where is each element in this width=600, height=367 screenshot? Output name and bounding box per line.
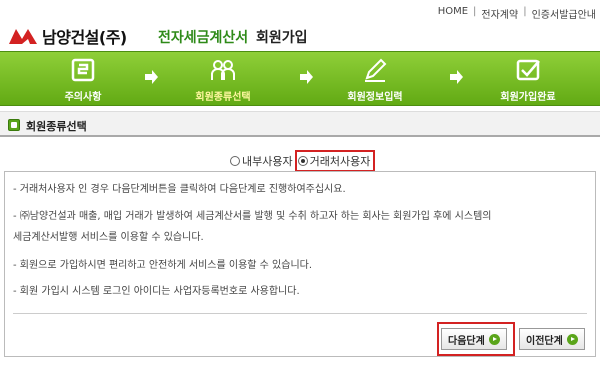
radio-internal-user[interactable]: 내부사용자: [230, 153, 293, 169]
top-nav: HOME | 전자계약 | 인증서발급안내: [438, 6, 596, 21]
home-link[interactable]: HOME: [438, 6, 468, 21]
radio-label: 거래처사용자: [309, 155, 371, 168]
checkbox-icon: [516, 59, 540, 81]
company-name: 남양건설(주): [42, 28, 127, 47]
logo-mark-icon: [9, 29, 37, 44]
section-header: 회원종류선택: [0, 111, 600, 137]
contract-link[interactable]: 전자계약: [481, 6, 518, 21]
radio-label: 내부사용자: [242, 155, 293, 168]
arrow-right-icon: [450, 70, 463, 84]
step-label: 회원가입완료: [500, 92, 556, 103]
go-arrow-icon: [566, 333, 578, 345]
arrow-right-icon: [145, 70, 158, 84]
page-title: 회원가입: [256, 30, 308, 46]
step-complete: 회원가입완료: [483, 52, 573, 107]
info-line: - 회원으로 가입하시면 편리하고 안전하게 서비스를 이용할 수 있습니다.: [13, 260, 313, 271]
info-line: - 회원 가입시 시스템 로그인 아이디는 사업자등록번호로 사용합니다.: [13, 286, 300, 297]
nav-separator: |: [523, 6, 527, 17]
button-label: 다음단계: [448, 335, 485, 347]
prev-step-button[interactable]: 이전단계: [519, 328, 585, 350]
step-label: 회원종류선택: [195, 92, 251, 103]
radio-button[interactable]: [297, 156, 308, 166]
service-title: 전자세금계산서: [158, 30, 249, 46]
step-member-info: 회원정보입력: [330, 52, 420, 107]
go-arrow-icon: [488, 333, 500, 345]
nav-separator: |: [473, 6, 477, 17]
arrow-right-icon: [300, 70, 313, 84]
pencil-icon: [365, 58, 387, 82]
info-line: 세금계산서발행 서비스를 이용할 수 있습니다.: [13, 232, 204, 243]
cert-guide-link[interactable]: 인증서발급안내: [532, 6, 596, 21]
step-member-type: 회원종류선택: [178, 52, 268, 107]
step-label: 주의사항: [64, 92, 102, 103]
section-title: 회원종류선택: [26, 120, 87, 133]
radio-partner-user[interactable]: 거래처사용자: [294, 150, 376, 172]
info-line: - ㈜남양건설과 매출, 매입 거래가 발생하여 세금계산서를 발행 및 수취 …: [13, 211, 492, 222]
divider: [13, 313, 587, 314]
company-logo[interactable]: 남양건설(주): [8, 24, 127, 48]
members-icon: [211, 60, 235, 80]
notice-icon: [71, 58, 95, 82]
info-line: - 거래처사용자 인 경우 다음단계버튼을 클릭하여 다음단계로 진행하여주십시…: [13, 184, 346, 195]
section-icon: [8, 119, 20, 131]
next-step-button[interactable]: 다음단계: [441, 328, 507, 350]
step-notice: 주의사항: [38, 52, 128, 107]
step-label: 회원정보입력: [347, 92, 403, 103]
button-label: 이전단계: [526, 335, 563, 347]
step-progress-bar: 주의사항 회원종류선택 회원정보입력 회원가입완료: [0, 51, 600, 106]
member-type-radio-group: 내부사용자 거래처사용자: [230, 150, 376, 172]
radio-button[interactable]: [230, 156, 240, 166]
